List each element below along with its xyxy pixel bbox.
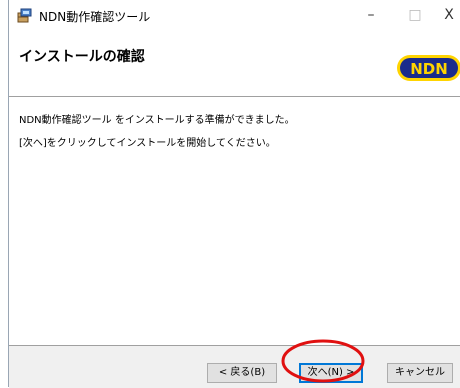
back-button[interactable]: < 戻る(B): [207, 363, 277, 383]
instruction-message: [次へ]をクリックしてインストールを開始してください。: [19, 138, 276, 149]
installer-app-icon: [17, 7, 33, 23]
ready-message: NDN動作確認ツール をインストールする準備ができました。: [19, 115, 295, 126]
page-title: インストールの確認: [19, 49, 145, 65]
next-button[interactable]: 次へ(N) >: [299, 363, 363, 383]
ndn-logo: NDN: [397, 55, 460, 81]
title-bar[interactable]: NDN動作確認ツール – □ X: [9, 0, 460, 30]
button-bar: < 戻る(B) 次へ(N) > キャンセル: [9, 345, 460, 388]
logo-text: NDN: [410, 60, 448, 78]
close-button[interactable]: X: [437, 0, 460, 30]
content-area: NDN動作確認ツール をインストールする準備ができました。 [次へ]をクリックし…: [9, 97, 460, 345]
minimize-button[interactable]: –: [349, 0, 393, 30]
window-title: NDN動作確認ツール: [39, 10, 151, 24]
header-banner: インストールの確認 NDN: [9, 30, 460, 97]
installer-window: NDN動作確認ツール – □ X インストールの確認 NDN NDN動作確認ツー…: [8, 0, 460, 388]
cancel-button[interactable]: キャンセル: [387, 363, 453, 383]
maximize-button[interactable]: □: [393, 0, 437, 30]
